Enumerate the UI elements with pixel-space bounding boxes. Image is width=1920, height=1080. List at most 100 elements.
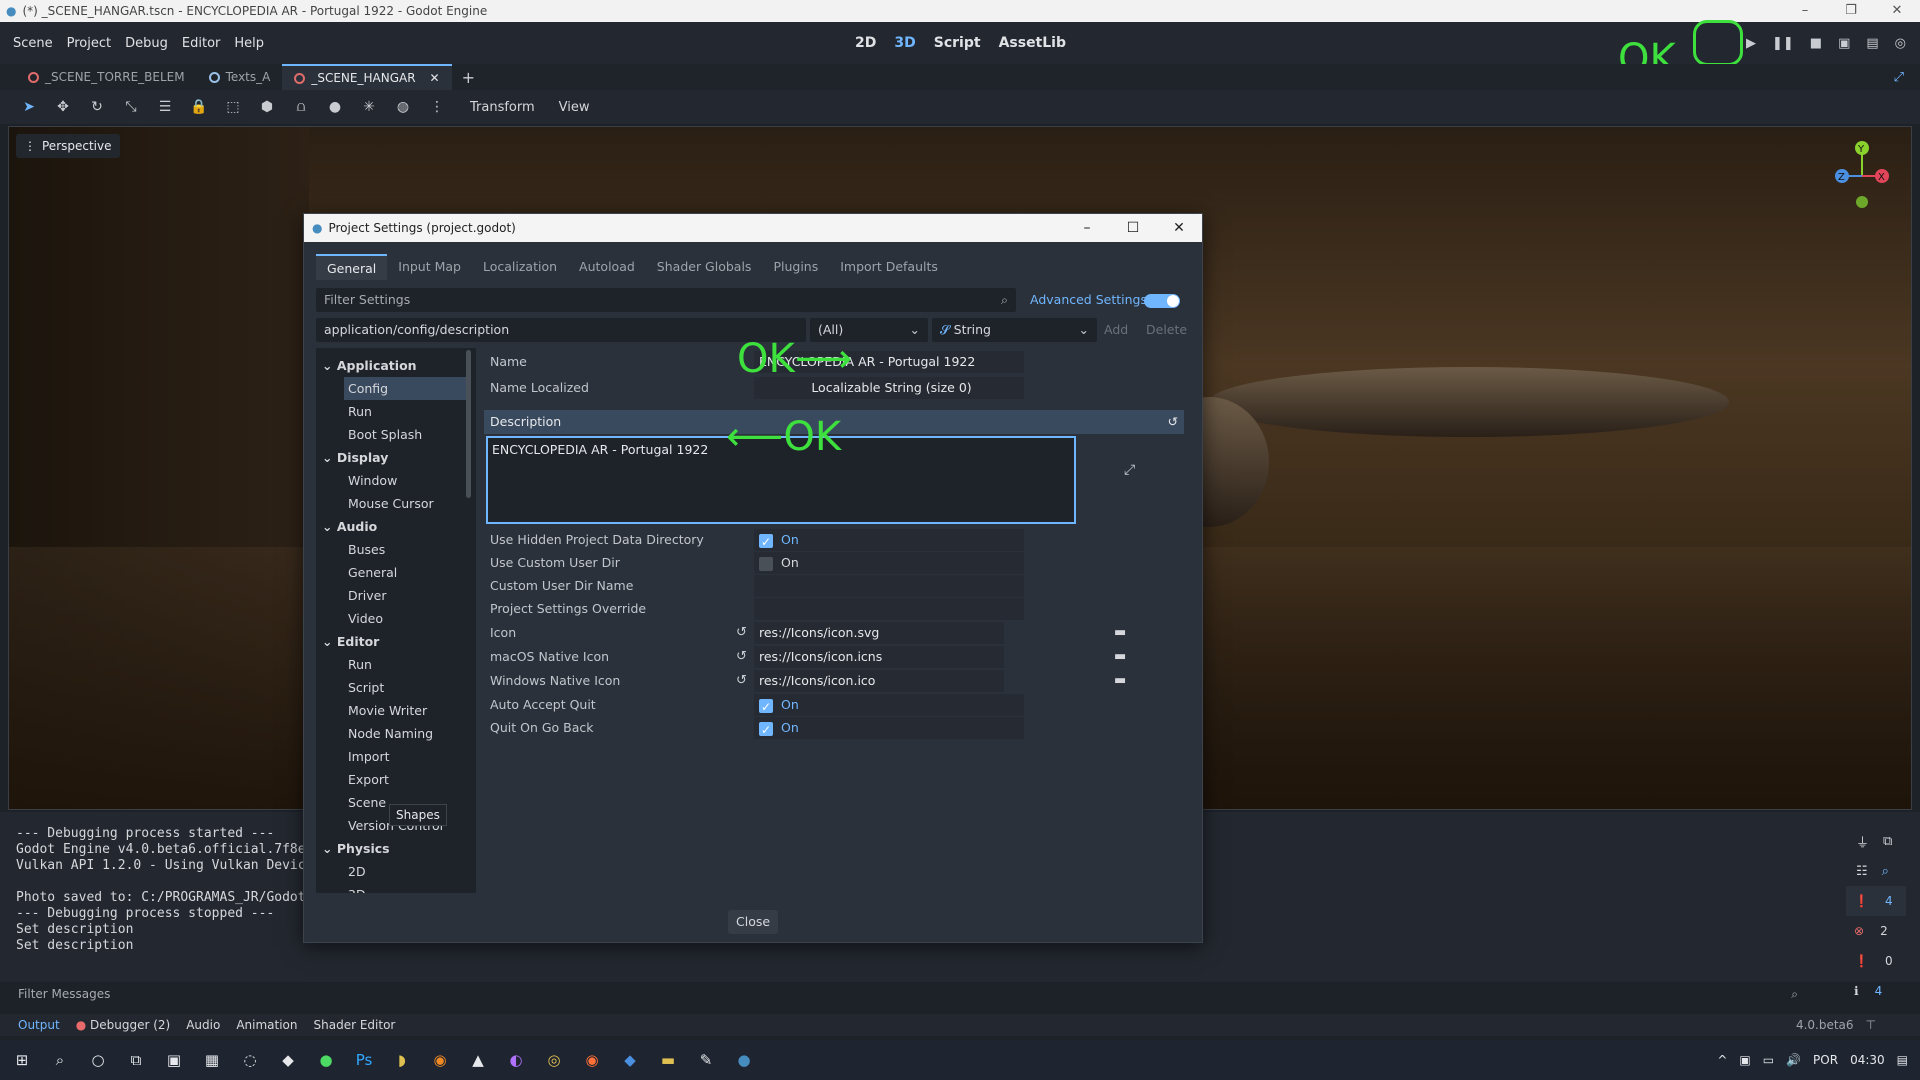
file-explorer-icon[interactable]: ▬ [656,1048,680,1072]
tree-item[interactable]: Driver [316,584,476,607]
chrome-icon[interactable]: ◎ [542,1048,566,1072]
tree-item[interactable]: 3D [316,883,476,893]
tree-section[interactable]: ⌄ Display [316,446,476,469]
tree-item[interactable]: General [316,561,476,584]
settings-override-field[interactable] [754,598,1024,620]
clock[interactable]: 04:30 [1850,1053,1885,1067]
scene-tab-active[interactable]: _SCENE_HANGAR ✕ [282,64,452,90]
local-space-icon[interactable]: ⬢ [258,98,276,116]
workspace-assetlib[interactable]: AssetLib [999,35,1066,51]
task-view-icon[interactable]: ⧉ [124,1048,148,1072]
filter-errors-toggle[interactable]: ⊗ 2 [1846,916,1906,946]
transform-menu[interactable]: Transform [470,100,535,115]
tree-item[interactable]: Run [316,653,476,676]
play-custom-scene-icon[interactable]: ▤ [1866,36,1878,51]
app-icon[interactable]: ◆ [276,1048,300,1072]
menu-scene[interactable]: Scene [13,36,53,51]
scene-tab[interactable]: _SCENE_TORRE_BELEM [16,64,197,90]
maximize-button[interactable]: ❐ [1828,0,1874,22]
orientation-gizmo[interactable]: Y X Z [1830,138,1894,208]
tree-scrollbar[interactable] [466,350,471,498]
folder-icon[interactable]: ▬ [1114,645,1126,669]
photoshop-icon[interactable]: Ps [352,1048,376,1072]
app-icon[interactable]: ◌ [238,1048,262,1072]
tray-app-icon[interactable]: ▣ [1739,1053,1750,1067]
delete-button[interactable]: Delete [1146,318,1187,342]
tab-localization[interactable]: Localization [472,254,568,280]
inkscape-icon[interactable]: ▲ [466,1048,490,1072]
select-tool-icon[interactable]: ➤ [20,98,38,116]
scale-tool-icon[interactable]: ⤡ [122,98,140,116]
hidden-dir-checkbox[interactable]: On [754,529,1024,553]
expand-icon[interactable]: ⤢ [1124,462,1135,478]
tab-input-map[interactable]: Input Map [387,254,472,280]
app-icon[interactable]: ▣ [162,1048,186,1072]
quit-on-go-back-checkbox[interactable]: On [754,717,1024,741]
network-icon[interactable]: ▭ [1763,1053,1774,1067]
filter-warnings-toggle[interactable]: ❗ 0 [1846,946,1906,976]
close-window-button[interactable]: ✕ [1874,0,1920,22]
view-menu[interactable]: View [559,100,590,115]
menu-project[interactable]: Project [67,36,111,51]
search-icon[interactable]: ⌕ [48,1048,72,1072]
filter-info-toggle[interactable]: ℹ 4 [1846,976,1906,1006]
tree-item[interactable]: Config [344,377,468,400]
tab-animation[interactable]: Animation [236,1018,297,1032]
perspective-menu[interactable]: ⋮ Perspective [16,134,120,158]
advanced-settings-toggle[interactable] [1144,294,1180,308]
reset-icon[interactable]: ↺ [736,669,747,693]
whatsapp-icon[interactable]: ● [314,1048,338,1072]
more-options-icon[interactable]: ⋮ [428,98,446,116]
rotate-tool-icon[interactable]: ↻ [88,98,106,116]
tree-item[interactable]: Buses [316,538,476,561]
tree-item[interactable]: Import [316,745,476,768]
type-select[interactable]: 𝓢 String ⌄ [932,318,1097,342]
tab-shader-globals[interactable]: Shader Globals [646,254,763,280]
stop-icon[interactable]: ■ [1810,36,1822,51]
menu-help[interactable]: Help [234,36,264,51]
property-path-input[interactable]: application/config/description [316,318,806,342]
tab-plugins[interactable]: Plugins [762,254,829,280]
tree-item[interactable]: Run [316,400,476,423]
app-icon[interactable]: ◆ [618,1048,642,1072]
tree-section[interactable]: ⌄ Physics [316,837,476,860]
snap-icon[interactable]: ⩍ [292,98,310,116]
group-icon[interactable]: ⬚ [224,98,242,116]
tree-item[interactable]: Mouse Cursor [316,492,476,515]
menu-debug[interactable]: Debug [125,36,168,51]
macos-icon-path-field[interactable]: res://Icons/icon.icns [754,646,1004,668]
add-tab-icon[interactable]: + [462,68,475,87]
lock-icon[interactable]: 🔒 [190,98,208,116]
icon-path-field[interactable]: res://Icons/icon.svg [754,622,1004,644]
filter-log-toggle[interactable]: ❗ 4 [1846,886,1906,916]
menu-editor[interactable]: Editor [182,36,220,51]
workspace-3d[interactable]: 3D [894,35,915,51]
notepad-icon[interactable]: ✎ [694,1048,718,1072]
tree-item[interactable]: Node Naming [316,722,476,745]
tree-section[interactable]: ⌄ Editor [316,630,476,653]
cortana-icon[interactable]: ○ [86,1048,110,1072]
app-icon[interactable]: ◗ [390,1048,414,1072]
firefox-icon[interactable]: ◉ [580,1048,604,1072]
tree-item[interactable]: Script [316,676,476,699]
tab-shader-editor[interactable]: Shader Editor [314,1018,396,1032]
close-button[interactable]: Close [728,910,779,934]
collapse-icon[interactable]: ☷ [1856,864,1868,879]
workspace-2d[interactable]: 2D [855,35,876,51]
tree-item[interactable]: Movie Writer [316,699,476,722]
tray-chevron-icon[interactable]: ^ [1717,1053,1727,1067]
tree-item[interactable]: Boot Splash [316,423,476,446]
reset-icon[interactable]: ↺ [736,645,747,669]
sun-preview-icon[interactable]: ● [326,98,344,116]
pause-icon[interactable]: ❚❚ [1772,36,1794,51]
minimize-button[interactable]: – [1782,0,1828,22]
blender-icon[interactable]: ◉ [428,1048,452,1072]
tab-import-defaults[interactable]: Import Defaults [829,254,949,280]
dialog-minimize-button[interactable]: – [1064,220,1110,236]
custom-user-dir-name-field[interactable] [754,575,1024,597]
custom-user-dir-checkbox[interactable]: On [754,552,1024,574]
tree-item[interactable]: Export [316,768,476,791]
scene-tab[interactable]: Texts_A [197,64,283,90]
globe-icon[interactable]: ◍ [394,98,412,116]
tab-audio[interactable]: Audio [186,1018,220,1032]
